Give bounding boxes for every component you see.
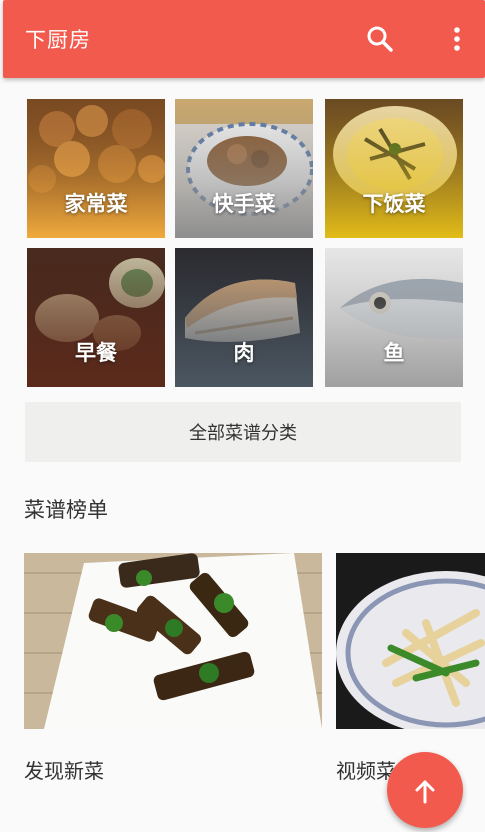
category-tile-fish[interactable]: 鱼	[325, 248, 463, 387]
section-title-rankings: 菜谱榜单	[24, 498, 108, 522]
app-title: 下厨房	[25, 28, 91, 52]
video-dishes-photo	[336, 553, 485, 729]
more-vert-icon	[454, 27, 460, 51]
category-tile-quick-dishes[interactable]: 快手菜	[175, 99, 313, 238]
ranking-card-video-dishes[interactable]	[336, 553, 485, 729]
category-tile-home-cooking[interactable]: 家常菜	[27, 99, 165, 238]
category-label: 鱼	[383, 341, 405, 365]
ranking-card-label: 发现新菜	[24, 759, 104, 783]
arrow-up-icon	[415, 780, 435, 804]
category-label: 下饭菜	[362, 192, 426, 216]
search-button[interactable]	[363, 22, 397, 56]
category-tile-rice-dishes[interactable]: 下饭菜	[325, 99, 463, 238]
app-bar: 下厨房	[3, 0, 485, 78]
category-label: 早餐	[75, 341, 117, 365]
scroll-to-top-button[interactable]	[387, 752, 463, 828]
more-options-button[interactable]	[445, 22, 469, 56]
category-tile-breakfast[interactable]: 早餐	[27, 248, 165, 387]
new-dishes-photo	[24, 553, 322, 729]
ranking-card-new-dishes[interactable]	[24, 553, 322, 729]
category-tile-meat[interactable]: 肉	[175, 248, 313, 387]
category-label: 快手菜	[212, 192, 276, 216]
category-label: 家常菜	[64, 192, 128, 216]
all-categories-button[interactable]: 全部菜谱分类	[25, 402, 461, 462]
category-label: 肉	[233, 341, 255, 365]
search-icon	[367, 26, 393, 52]
